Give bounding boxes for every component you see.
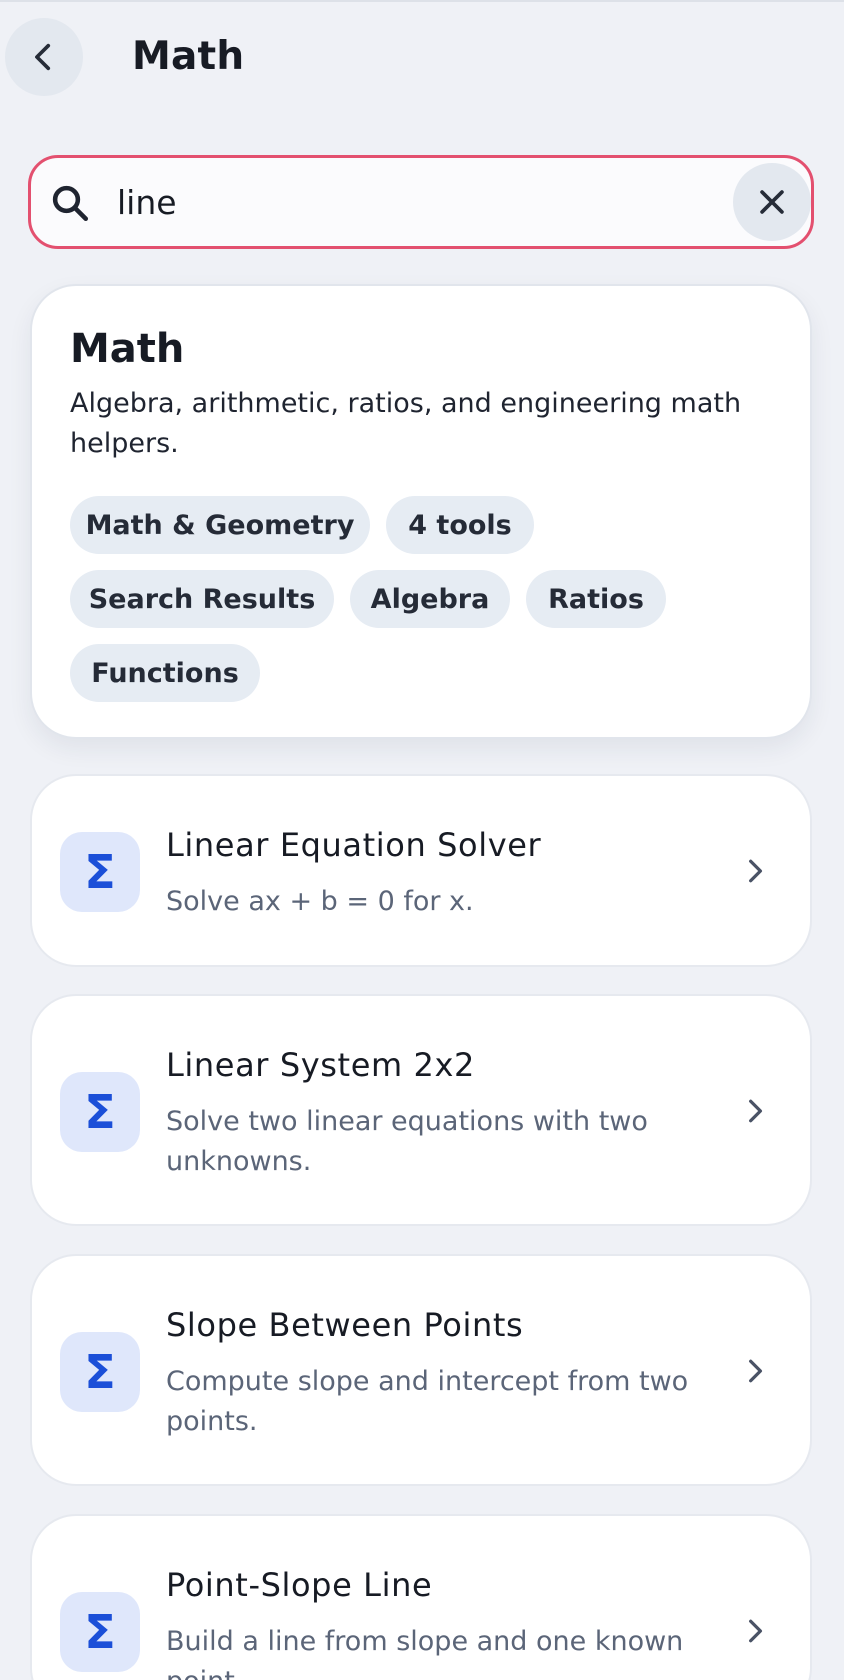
chevron-right-icon: [749, 1099, 763, 1123]
chevron-right-icon: [749, 1359, 763, 1383]
sigma-icon: Σ: [60, 1072, 140, 1152]
close-icon: [760, 190, 784, 214]
chevron-right-icon: [749, 1619, 763, 1643]
header: Math: [0, 0, 844, 120]
tool-title: Slope Between Points: [166, 1306, 524, 1344]
chip-math-geometry[interactable]: Math & Geometry: [70, 496, 370, 554]
chevron-left-icon: [35, 43, 51, 71]
search-input[interactable]: [117, 170, 677, 234]
tool-title: Point-Slope Line: [166, 1566, 433, 1604]
tool-description: Solve ax + b = 0 for x.: [166, 886, 474, 917]
search-icon: [52, 185, 89, 222]
chevron-right-icon: [749, 859, 763, 883]
chip-functions[interactable]: Functions: [70, 644, 260, 702]
tool-card-linear-equation-solver[interactable]: Σ Linear Equation Solver Solve ax + b = …: [30, 774, 812, 967]
clear-search-button[interactable]: [733, 163, 811, 241]
chip-search-results[interactable]: Search Results: [70, 570, 334, 628]
sigma-icon: Σ: [60, 1592, 140, 1672]
sigma-icon: Σ: [60, 1332, 140, 1412]
category-title: Math: [70, 326, 185, 372]
category-card: Math Algebra, arithmetic, ratios, and en…: [30, 284, 812, 739]
tool-description: Solve two linear equations with two unkn…: [166, 1106, 648, 1177]
category-description: Algebra, arithmetic, ratios, and enginee…: [70, 388, 742, 459]
chip-algebra[interactable]: Algebra: [350, 570, 510, 628]
tool-title: Linear System 2x2: [166, 1046, 475, 1084]
search-box[interactable]: [28, 155, 814, 249]
tool-card-point-slope-line[interactable]: Σ Point-Slope Line Build a line from slo…: [30, 1514, 812, 1680]
sigma-icon: Σ: [60, 832, 140, 912]
tool-title: Linear Equation Solver: [166, 826, 542, 864]
chip-tool-count[interactable]: 4 tools: [386, 496, 534, 554]
back-button[interactable]: [5, 18, 83, 96]
tool-description: Build a line from slope and one known po…: [166, 1626, 684, 1680]
tool-card-linear-system-2x2[interactable]: Σ Linear System 2x2 Solve two linear equ…: [30, 994, 812, 1226]
tool-description: Compute slope and intercept from two poi…: [166, 1366, 689, 1437]
tool-card-slope-between-points[interactable]: Σ Slope Between Points Compute slope and…: [30, 1254, 812, 1486]
chip-ratios[interactable]: Ratios: [526, 570, 666, 628]
page-title: Math: [132, 34, 245, 79]
